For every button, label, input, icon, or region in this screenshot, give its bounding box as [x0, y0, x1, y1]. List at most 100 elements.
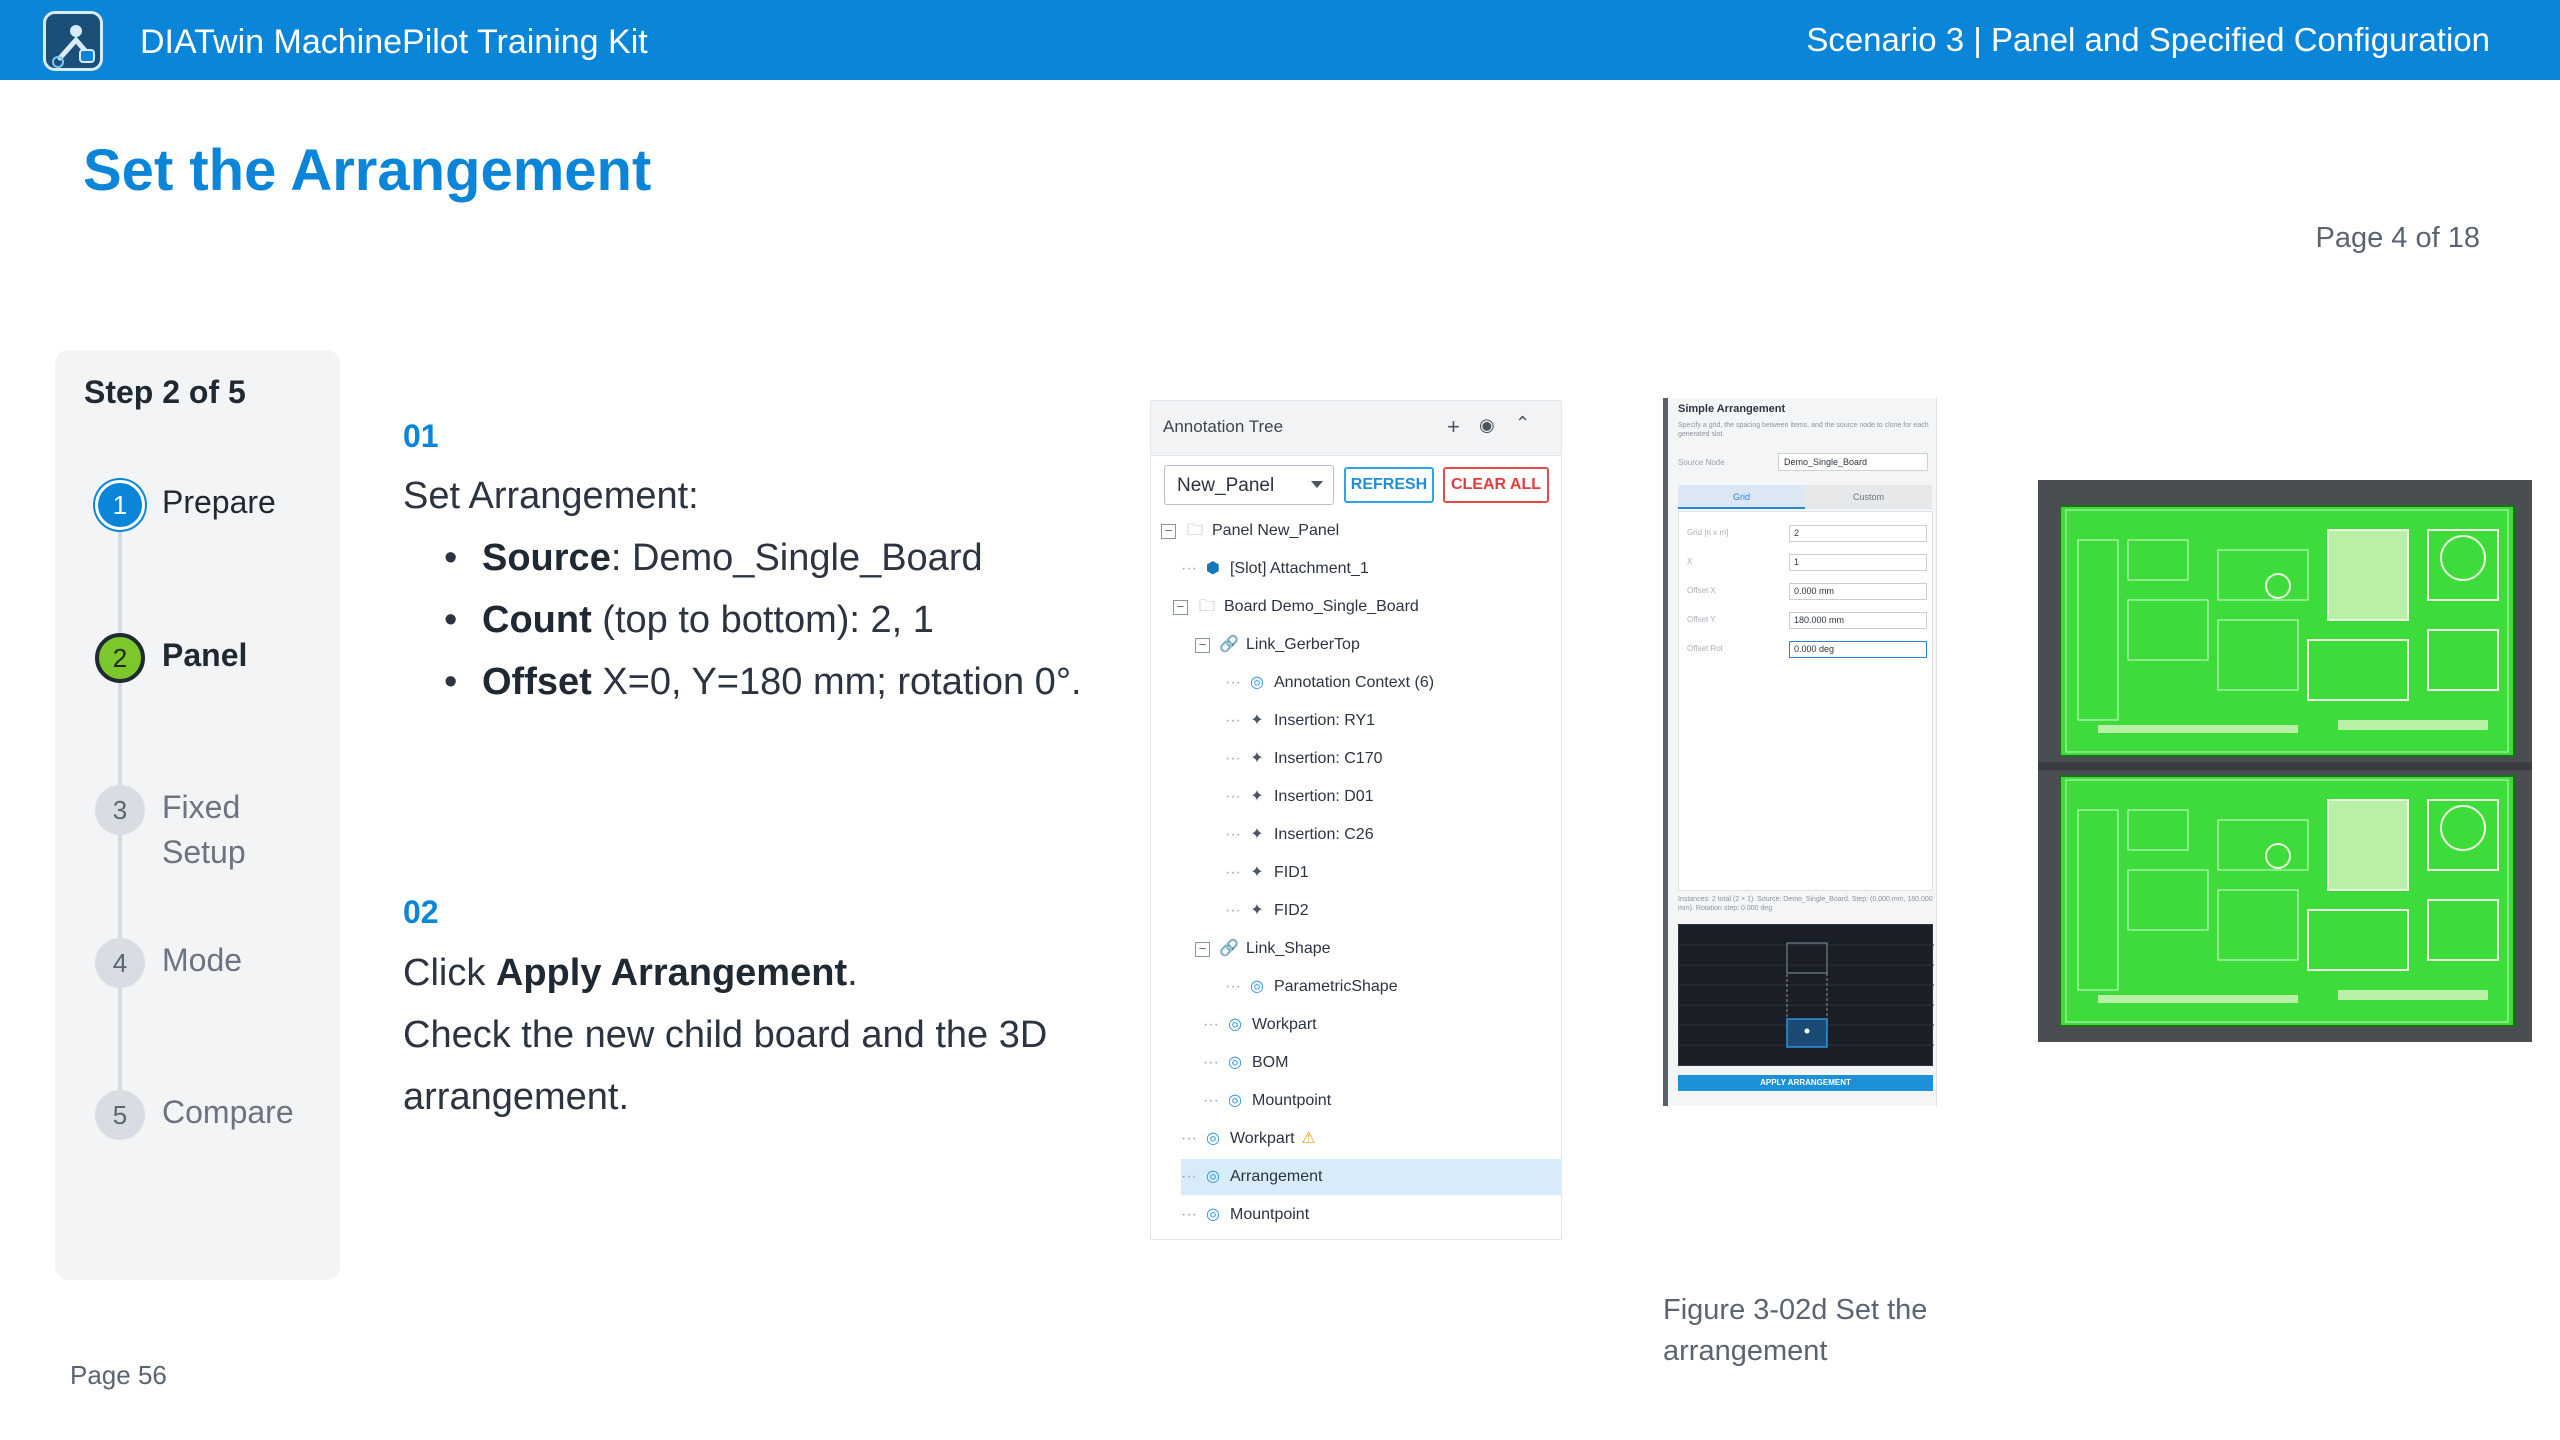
tree-node[interactable]: ··· ✦ FID2: [1225, 893, 1309, 929]
tree-node[interactable]: ··· ◎ BOM: [1203, 1045, 1288, 1081]
insertion-icon: ✦: [1250, 864, 1264, 881]
tree-node[interactable]: ··· ✦ Insertion: C170: [1225, 741, 1383, 777]
grid-cols-input[interactable]: 1: [1789, 554, 1927, 571]
tree-node[interactable]: ··· ✦ Insertion: RY1: [1225, 703, 1375, 739]
step-number-badge: 3: [95, 785, 145, 835]
tree-node[interactable]: ··· ✦ Insertion: C26: [1225, 817, 1374, 853]
tree-node-selected[interactable]: ··· ◎ Arrangement: [1181, 1159, 1561, 1195]
stepper-title: Step 2 of 5: [84, 374, 246, 410]
insertion-icon: ✦: [1250, 712, 1264, 729]
refresh-button[interactable]: REFRESH: [1344, 467, 1434, 503]
tree-node[interactable]: − 🗀 Board Demo_Single_Board: [1173, 589, 1419, 625]
insertion-icon: ✦: [1250, 902, 1264, 919]
step-02-text: Click Apply Arrangement. Check the new c…: [403, 952, 1048, 1118]
folder-icon: 🗀: [1198, 598, 1215, 615]
panel-select[interactable]: New_Panel: [1164, 465, 1334, 505]
app-logo-icon: [43, 11, 103, 71]
tree-node[interactable]: ··· ✦ Insertion: D01: [1225, 779, 1374, 815]
pcb-board-bottom: [2059, 775, 2515, 1027]
collapse-icon[interactable]: −: [1161, 523, 1176, 539]
tree-node[interactable]: ··· ◎ Mountpoint: [1181, 1197, 1309, 1233]
app-title: DIATwin MachinePilot Training Kit: [140, 23, 648, 61]
add-icon[interactable]: +: [1447, 414, 1460, 440]
grid-settings-form: Grid [n x m] 2 X 1 Offset X 0.000 mm Off…: [1678, 511, 1933, 891]
step-progress-panel: Step 2 of 5 1 Prepare 2 Panel 3 Fixed Se…: [55, 350, 340, 1280]
source-node-label: Source Node: [1678, 458, 1725, 467]
field-label: Offset Y: [1687, 615, 1716, 624]
list-item: Source: Demo_Single_Board: [440, 527, 1130, 589]
tree-node[interactable]: − 🗀 Panel New_Panel: [1151, 513, 1339, 549]
step-number-badge: 2: [95, 633, 145, 683]
step-02-number: 02: [403, 894, 439, 930]
tab-custom[interactable]: Custom: [1805, 485, 1932, 509]
pcb-3d-view: [2038, 480, 2532, 1042]
tab-grid[interactable]: Grid: [1678, 485, 1805, 509]
field-label: Offset Rot: [1687, 644, 1723, 653]
page-title: Set the Arrangement: [83, 138, 652, 203]
scenario-title: Scenario 3 | Panel and Specified Configu…: [1806, 21, 2490, 58]
offset-x-input[interactable]: 0.000 mm: [1789, 583, 1927, 600]
tree-node[interactable]: ··· ◎ Annotation Context (6): [1225, 665, 1434, 701]
step-label: Panel: [162, 637, 248, 673]
offset-y-input[interactable]: 180.000 mm: [1789, 612, 1927, 629]
clear-all-button[interactable]: CLEAR ALL: [1443, 467, 1549, 503]
step-number-badge: 4: [95, 938, 145, 988]
tree-node[interactable]: − 🔗 Link_GerberTop: [1195, 627, 1360, 663]
tree-node[interactable]: ··· ◎ Workpart: [1203, 1007, 1317, 1043]
apply-arrangement-button[interactable]: APPLY ARRANGEMENT: [1678, 1075, 1933, 1091]
arrangement-settings-list: Source: Demo_Single_Board Count (top to …: [440, 527, 1130, 713]
tree-node[interactable]: ··· ✦ FID1: [1225, 855, 1309, 891]
list-item: Offset X=0, Y=180 mm; rotation 0°.: [440, 651, 1130, 713]
annotation-tree-panel: Annotation Tree + ◉ ⌃ New_Panel REFRESH …: [1150, 400, 1562, 1240]
context-icon: ◎: [1206, 1168, 1220, 1185]
arrangement-preview: [1678, 924, 1934, 1066]
insertion-icon: ✦: [1250, 750, 1264, 767]
tree-node[interactable]: ··· ◎ Workpart ⚠: [1181, 1121, 1326, 1157]
eye-icon[interactable]: ◉: [1479, 415, 1495, 436]
insertion-icon: ✦: [1250, 826, 1264, 843]
context-icon: ◎: [1228, 1016, 1242, 1033]
chevron-up-icon[interactable]: ⌃: [1515, 413, 1530, 434]
collapse-icon[interactable]: −: [1195, 637, 1210, 653]
link-icon: 🔗: [1219, 940, 1239, 957]
context-icon: ◎: [1250, 978, 1264, 995]
context-icon: ◎: [1228, 1092, 1242, 1109]
page-footer: Page 56: [70, 1360, 167, 1390]
step-01-number: 01: [403, 418, 439, 454]
step-01-heading: Set Arrangement:: [403, 475, 699, 517]
offset-rotation-input[interactable]: 0.000 deg: [1789, 641, 1927, 658]
tree-node[interactable]: ··· ⬢ [Slot] Attachment_1: [1181, 551, 1369, 587]
step-label: Compare: [162, 1094, 294, 1130]
page-indicator: Page 4 of 18: [2315, 222, 2480, 254]
step-number-badge: 5: [95, 1090, 145, 1140]
context-icon: ◎: [1228, 1054, 1242, 1071]
grid-rows-input[interactable]: 2: [1789, 525, 1927, 542]
context-icon: ◎: [1206, 1130, 1220, 1147]
chevron-down-icon: [1311, 481, 1323, 488]
field-label: Offset X: [1687, 586, 1716, 595]
source-node-select[interactable]: Demo_Single_Board: [1778, 453, 1928, 471]
step-label: Fixed Setup: [162, 789, 246, 870]
tree-node[interactable]: − 🔗 Link_Shape: [1195, 931, 1331, 967]
context-icon: ◎: [1250, 674, 1264, 691]
annotation-tree-title: Annotation Tree: [1163, 417, 1284, 436]
field-label: Grid [n x m]: [1687, 528, 1729, 537]
context-icon: ◎: [1206, 1206, 1220, 1223]
collapse-icon[interactable]: −: [1195, 941, 1210, 957]
insertion-icon: ✦: [1250, 788, 1264, 805]
simple-arrangement-description: Specify a grid, the spacing between item…: [1678, 422, 1929, 438]
tree-node[interactable]: ··· ◎ ParametricShape: [1225, 969, 1398, 1005]
header-bar: DIATwin MachinePilot Training Kit Scenar…: [0, 0, 2560, 80]
simple-arrangement-title: Simple Arrangement: [1678, 403, 1786, 415]
collapse-icon[interactable]: −: [1173, 599, 1188, 615]
figure-caption: Figure 3-02d Set the arrangement: [1663, 1294, 1928, 1367]
step-label: Prepare: [162, 484, 276, 520]
field-label: X: [1687, 557, 1693, 566]
annotation-tree-header: Annotation Tree + ◉ ⌃: [1151, 401, 1561, 456]
step-number-badge: 1: [95, 480, 145, 530]
arrangement-summary: Instances: 2 total (2 × 1). Source: Demo…: [1678, 896, 1933, 912]
warning-icon: ⚠: [1301, 1130, 1316, 1147]
tree-node[interactable]: ··· ◎ Mountpoint: [1203, 1083, 1331, 1119]
pcb-board-top: [2059, 505, 2515, 757]
simple-arrangement-panel: Simple Arrangement Specify a grid, the s…: [1663, 398, 1937, 1106]
